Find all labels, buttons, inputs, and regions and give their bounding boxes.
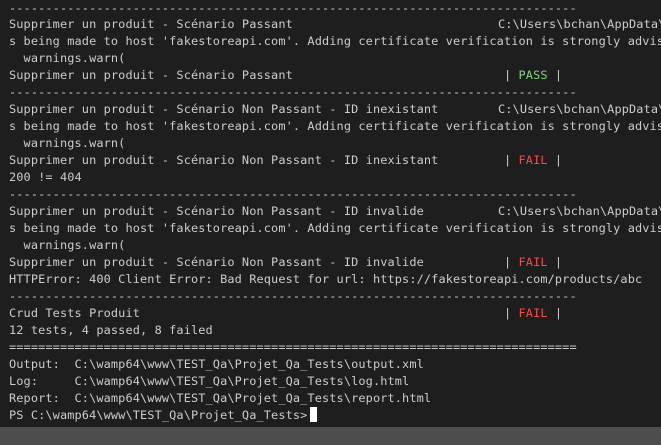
terminal-output[interactable]: ----------------------------------------… xyxy=(0,0,661,427)
suite-result-line: Crud Tests Produit | FAIL | xyxy=(9,306,563,320)
warning-line: s being made to host 'fakestoreapi.com'.… xyxy=(9,34,661,48)
log-path-line: Log: C:\wamp64\www\TEST_Qa\Projet_Qa_Tes… xyxy=(9,374,410,388)
warning-call-line: warnings.warn( xyxy=(9,51,126,65)
text-cursor xyxy=(310,407,318,422)
warning-line: s being made to host 'fakestoreapi.com'.… xyxy=(9,221,661,235)
fail-status: FAIL xyxy=(518,306,548,320)
report-path-line: Report: C:\wamp64\www\TEST_Qa\Projet_Qa_… xyxy=(9,391,432,405)
summary-line: 12 tests, 4 passed, 8 failed xyxy=(9,323,213,337)
test-start-line: Supprimer un produit - Scénario Passant xyxy=(9,17,293,31)
test-source-path: C:\Users\bchan\AppData\ xyxy=(498,204,661,218)
separator-line: ----------------------------------------… xyxy=(9,187,577,201)
double-separator-line: ========================================… xyxy=(9,340,577,354)
test-source-path: C:\Users\bchan\AppData\ xyxy=(498,102,661,116)
warning-call-line: warnings.warn( xyxy=(9,136,126,150)
separator-line: ----------------------------------------… xyxy=(9,289,577,303)
test-result-line: Supprimer un produit - Scénario Non Pass… xyxy=(9,153,563,167)
shell-prompt[interactable]: PS C:\wamp64\www\TEST_Qa\Projet_Qa_Tests… xyxy=(9,407,318,424)
fail-status: FAIL xyxy=(518,255,548,269)
test-start-line: Supprimer un produit - Scénario Non Pass… xyxy=(9,102,439,116)
separator-line: ----------------------------------------… xyxy=(9,85,577,99)
panel-bottom-bar xyxy=(0,427,661,445)
test-start-line: Supprimer un produit - Scénario Non Pass… xyxy=(9,204,424,218)
test-result-line: Supprimer un produit - Scénario Passant … xyxy=(9,68,563,82)
warning-call-line: warnings.warn( xyxy=(9,238,126,252)
error-message-line: HTTPError: 400 Client Error: Bad Request… xyxy=(9,272,643,286)
pass-status: PASS xyxy=(518,68,548,82)
fail-status: FAIL xyxy=(518,153,548,167)
test-result-line: Supprimer un produit - Scénario Non Pass… xyxy=(9,255,563,269)
output-path-line: Output: C:\wamp64\www\TEST_Qa\Projet_Qa_… xyxy=(9,357,424,371)
separator-line: ----------------------------------------… xyxy=(9,1,577,15)
test-source-path: C:\Users\bchan\AppData\ xyxy=(498,17,661,31)
warning-line: s being made to host 'fakestoreapi.com'.… xyxy=(9,119,661,133)
error-message-line: 200 != 404 xyxy=(9,170,82,184)
